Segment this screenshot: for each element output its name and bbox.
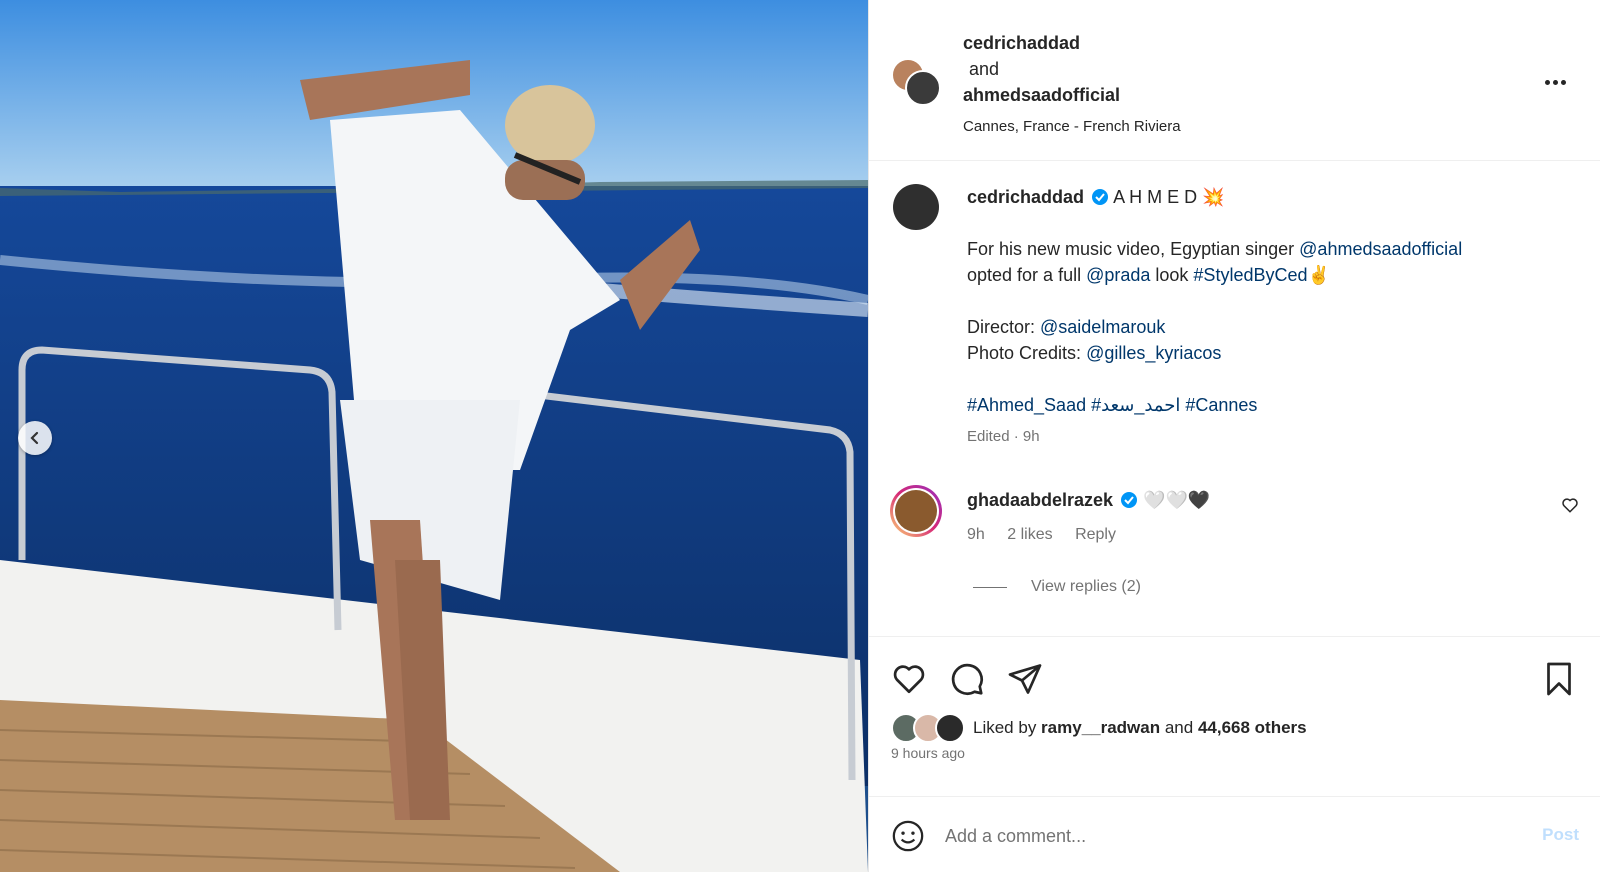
collab-avatars[interactable] <box>891 58 943 110</box>
verified-badge-icon <box>1121 492 1138 508</box>
hashtag-link[interactable]: #Cannes <box>1185 395 1257 415</box>
reply-button[interactable]: Reply <box>1075 526 1116 543</box>
liked-by-and: and <box>1160 718 1198 737</box>
edited-timestamp: Edited · 9h <box>967 428 1040 445</box>
mention-link[interactable]: @prada <box>1086 265 1150 285</box>
post-actions: Liked by ramy__radwan and 44,668 others … <box>869 636 1600 787</box>
avatar <box>935 713 965 743</box>
post-comment-button[interactable]: Post <box>1542 825 1579 845</box>
credits-label: Photo Credits: <box>967 343 1087 363</box>
liked-by-prefix: Liked by <box>973 718 1042 737</box>
header-username-2[interactable]: ahmedsaadofficial <box>963 82 1181 108</box>
caption-line2-text: opted for a full <box>967 265 1087 285</box>
post-photo[interactable] <box>0 0 868 872</box>
post-location[interactable]: Cannes, France - French Riviera <box>963 114 1181 140</box>
comment-bar: Post <box>869 796 1600 873</box>
more-horizontal-icon <box>1545 80 1550 85</box>
share-paper-plane-icon[interactable] <box>1007 661 1043 697</box>
header-and-text: and <box>969 59 1000 79</box>
comment-time: 9h <box>967 526 985 543</box>
hashtag-link[interactable]: #StyledByCed <box>1193 265 1307 285</box>
hashtag-link[interactable]: #Ahmed_Saad <box>967 395 1086 415</box>
previous-image-button[interactable] <box>18 421 52 455</box>
caption-avatar[interactable] <box>893 184 939 230</box>
heart-icon[interactable] <box>1561 496 1579 514</box>
yacht-photo <box>0 0 868 872</box>
chevron-left-icon <box>30 431 39 445</box>
post-side-panel: cedrichaddad and ahmedsaadofficial Canne… <box>868 0 1600 872</box>
comment-username[interactable]: ghadaabdelrazek <box>967 490 1113 510</box>
comment-avatar[interactable] <box>889 484 943 538</box>
more-options-button[interactable] <box>1545 72 1573 85</box>
liked-by-row[interactable]: Liked by ramy__radwan and 44,668 others <box>891 713 1307 743</box>
post-header: cedrichaddad and ahmedsaadofficial Canne… <box>869 0 1600 161</box>
caption-line2-emoji: ✌️ <box>1307 265 1330 285</box>
mention-link[interactable]: @saidelmarouk <box>1040 317 1165 337</box>
liked-by-user[interactable]: ramy__radwan <box>1041 718 1160 737</box>
view-replies-button[interactable]: View replies (2) <box>973 578 1141 596</box>
post-header-text: cedrichaddad and ahmedsaadofficial Canne… <box>963 30 1181 140</box>
director-label: Director: <box>967 317 1041 337</box>
post-time: 9 hours ago <box>891 745 965 761</box>
comment-item: ghadaabdelrazek 🤍🤍🖤 9h 2 likes Reply <box>869 484 1600 564</box>
bookmark-icon[interactable] <box>1541 661 1577 697</box>
comment-text: 🤍🤍🖤 <box>1143 490 1211 510</box>
caption-username[interactable]: cedrichaddad <box>967 187 1084 207</box>
divider <box>973 586 1007 588</box>
view-replies-label: View replies (2) <box>1031 578 1141 595</box>
comment-input[interactable] <box>943 815 1467 857</box>
caption-title-emoji: 💥 <box>1202 187 1225 207</box>
verified-badge-icon <box>1092 189 1109 205</box>
hashtag-link[interactable]: #احمد_سعد <box>1091 395 1180 415</box>
comment-bubble-icon[interactable] <box>949 661 985 697</box>
mention-link[interactable]: @ahmedsaadofficial <box>1299 239 1462 259</box>
mention-link[interactable]: @gilles_kyriacos <box>1086 343 1221 363</box>
comment-likes[interactable]: 2 likes <box>1007 526 1052 543</box>
liked-by-others[interactable]: 44,668 others <box>1198 718 1307 737</box>
caption-line1-text: For his new music video, Egyptian singer <box>967 239 1300 259</box>
header-username-1[interactable]: cedrichaddad <box>963 30 1181 56</box>
emoji-smiley-icon[interactable] <box>891 819 925 853</box>
caption-title: A H M E D <box>1113 187 1198 207</box>
like-heart-icon[interactable] <box>891 661 927 697</box>
avatar <box>905 70 941 106</box>
caption-line2-mid: look <box>1150 265 1194 285</box>
